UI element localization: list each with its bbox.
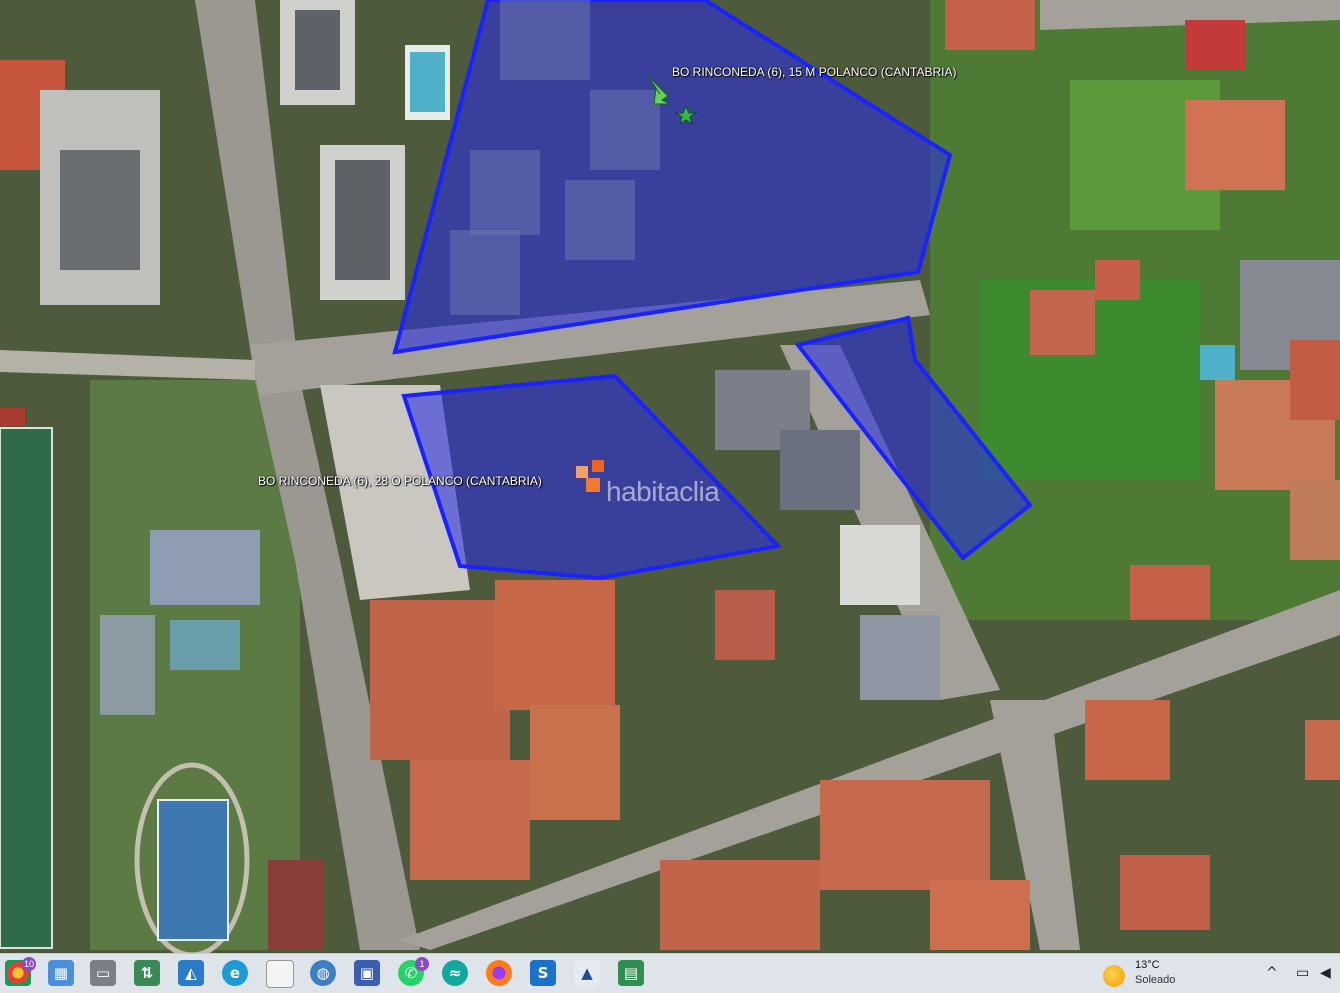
s-app-icon[interactable]: S bbox=[530, 960, 556, 986]
photos-icon[interactable]: ▦ bbox=[48, 960, 74, 986]
sheet-app-icon[interactable]: ▤ bbox=[618, 960, 644, 986]
edge-icon[interactable]: e bbox=[222, 960, 248, 986]
tray-chevron-icon[interactable]: ^ bbox=[1266, 965, 1278, 981]
monitor-icon[interactable]: ▭ bbox=[1296, 965, 1309, 981]
gallery-icon[interactable]: ◭ bbox=[178, 960, 204, 986]
app-wave-icon[interactable]: ≈ bbox=[442, 960, 468, 986]
arrow-app-icon[interactable]: ▲ bbox=[574, 960, 600, 986]
north-plot-label: BO RINCONEDA (6), 15 M POLANCO (CANTABRI… bbox=[672, 65, 957, 79]
weather-condition: Soleado bbox=[1135, 974, 1176, 986]
speaker-icon[interactable]: ◀ bbox=[1320, 965, 1331, 981]
globe-icon[interactable]: ◍ bbox=[310, 960, 336, 986]
save-disk-icon[interactable]: ▣ bbox=[354, 960, 380, 986]
network-drive-icon[interactable]: ⇅ bbox=[134, 960, 160, 986]
weather-temp: 13°C bbox=[1135, 959, 1160, 971]
south-plot-label: BO RINCONEDA (6), 28 O POLANCO (CANTABRI… bbox=[258, 474, 542, 488]
satellite-map[interactable]: BO RINCONEDA (6), 15 M POLANCO (CANTABRI… bbox=[0, 0, 1340, 953]
firefox-icon[interactable] bbox=[486, 960, 512, 986]
document-icon[interactable] bbox=[266, 960, 294, 988]
whatsapp-badge: 1 bbox=[415, 957, 429, 971]
watermark-text: habitaclia bbox=[606, 476, 720, 507]
chrome-badge: 10 bbox=[22, 957, 36, 971]
whatsapp-icon[interactable]: ✆ 1 bbox=[398, 957, 429, 986]
snipping-icon[interactable]: ▭ bbox=[90, 960, 116, 986]
sun-icon bbox=[1103, 965, 1125, 987]
taskbar: 10 ▦ ▭ ⇅ ◭ e ◍ ▣ ✆ 1 ≈ S ▲ ▤ 13°C Solead… bbox=[0, 953, 1340, 993]
chrome-icon[interactable]: 10 bbox=[5, 957, 36, 986]
